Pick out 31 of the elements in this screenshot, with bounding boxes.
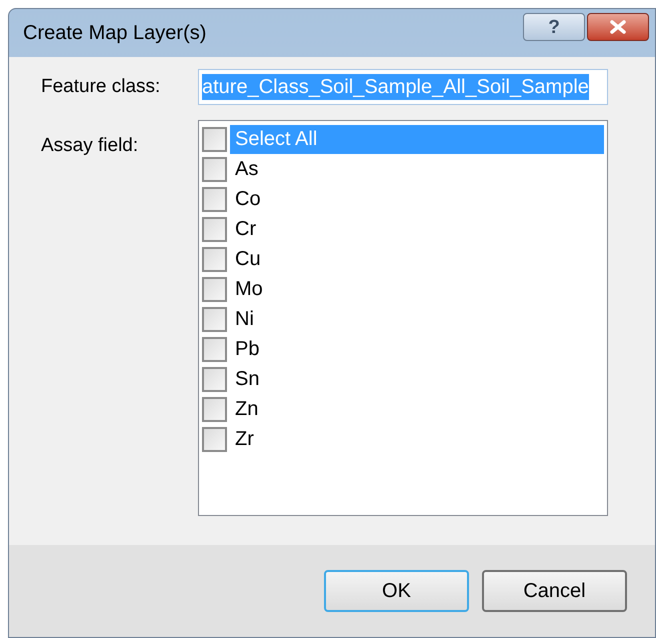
list-item[interactable]: Cu [230, 244, 604, 274]
list-item[interactable]: Pb [230, 334, 604, 364]
close-button[interactable] [587, 13, 649, 41]
checkbox[interactable] [202, 246, 227, 272]
checkbox[interactable] [202, 336, 227, 362]
dialog-button[interactable]: OK [324, 570, 469, 612]
list-item[interactable]: Co [230, 184, 604, 214]
list-item[interactable]: As [230, 154, 604, 184]
list-item[interactable]: Sn [230, 364, 604, 394]
close-icon [609, 20, 627, 34]
dialog-button[interactable]: Cancel [482, 570, 627, 612]
checkbox[interactable] [202, 426, 227, 452]
help-button[interactable]: ? [523, 13, 585, 41]
checkbox[interactable] [202, 186, 227, 212]
checkbox[interactable] [202, 126, 227, 152]
checkbox[interactable] [202, 366, 227, 392]
feature-class-label: Feature class: [41, 74, 162, 99]
assay-field-label: Assay field: [41, 134, 140, 158]
list-item[interactable]: Zn [230, 394, 604, 424]
checkbox[interactable] [202, 396, 227, 422]
field-value: ature_Class_Soil_Sample_All_Soil_Sample [202, 74, 589, 100]
checkbox[interactable] [202, 306, 227, 332]
checkbox[interactable] [202, 156, 227, 182]
window-title: Create Map Layer(s) [23, 21, 208, 46]
assay-field-list[interactable]: Select All As Co Cr Cu Mo Ni Pb Sn Zn Zr [198, 120, 608, 516]
checkbox[interactable] [202, 216, 227, 242]
list-item[interactable]: Zr [230, 424, 604, 454]
list-item[interactable]: Ni [230, 304, 604, 334]
checkbox[interactable] [202, 276, 227, 302]
list-item[interactable]: Mo [230, 274, 604, 304]
list-item[interactable]: Cr [230, 214, 604, 244]
